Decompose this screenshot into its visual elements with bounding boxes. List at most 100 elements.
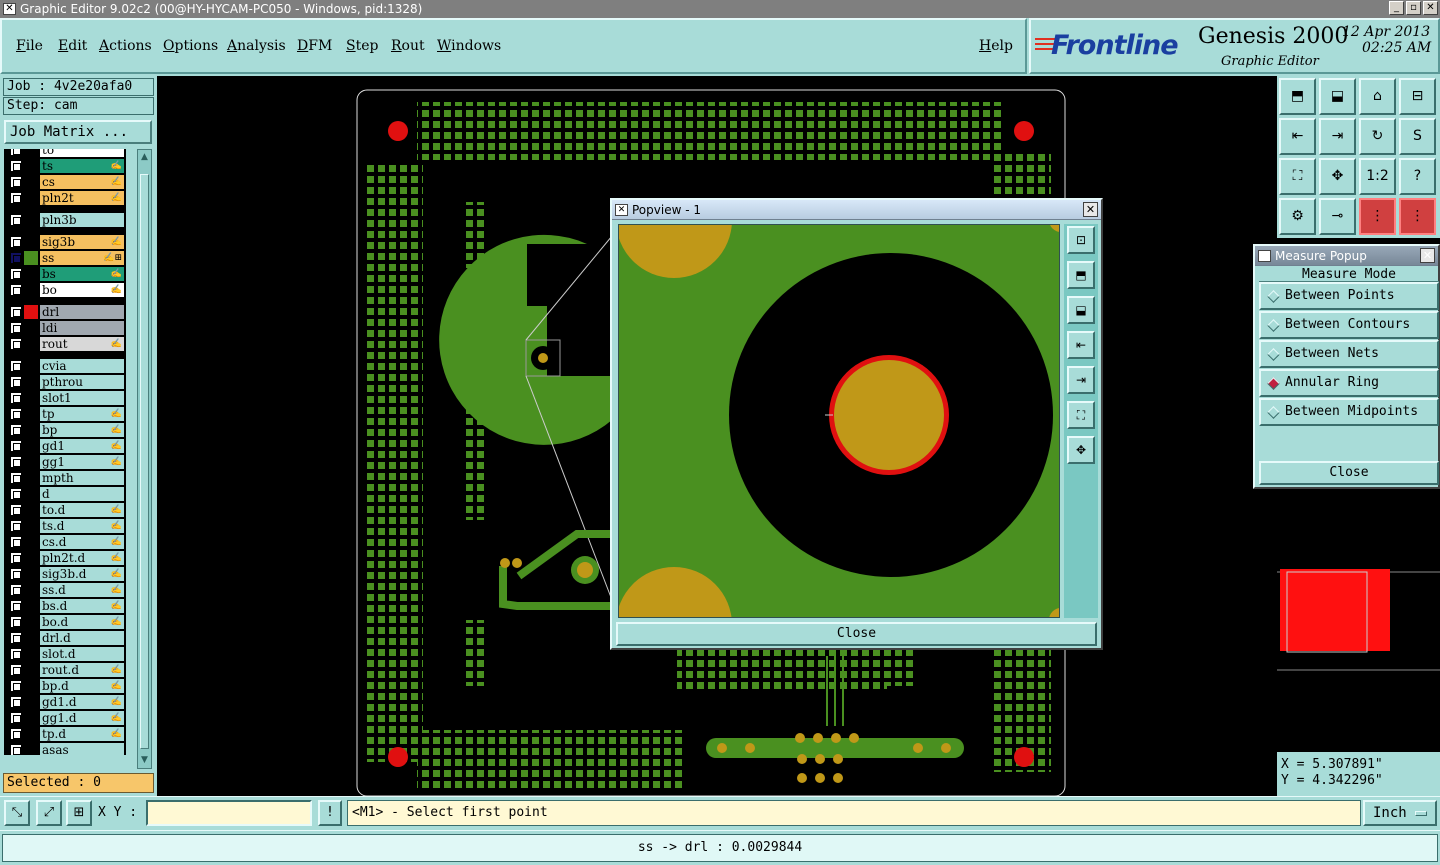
layer-checkbox[interactable]	[10, 680, 22, 692]
measure-alt-icon[interactable]: ⋮	[1399, 198, 1436, 235]
layer-checkbox[interactable]	[10, 440, 22, 452]
layer-row-ts-d[interactable]: ts.d ✍	[4, 519, 126, 533]
layer-row-asas[interactable]: asas	[4, 743, 126, 755]
layer-name[interactable]: cvia	[40, 359, 124, 373]
menu-options[interactable]: Options	[163, 38, 218, 54]
snap-grid-icon[interactable]: ⤡	[4, 800, 30, 826]
settings-icon[interactable]: ⚙	[1279, 198, 1316, 235]
layer-checkbox[interactable]	[10, 648, 22, 660]
layer-name[interactable]: ldi	[40, 321, 124, 335]
layer-row-sig3b[interactable]: sig3b ✍	[4, 235, 126, 249]
layer-name[interactable]: gd1 ✍	[40, 439, 124, 453]
right-icon[interactable]: ⇥	[1067, 366, 1095, 394]
layer-checkbox[interactable]	[10, 520, 22, 532]
layer-checkbox[interactable]	[10, 504, 22, 516]
layer-checkbox[interactable]	[10, 322, 22, 334]
alert-icon[interactable]: !	[318, 800, 342, 826]
layer-name[interactable]: tp.d ✍	[40, 727, 124, 741]
layer-name[interactable]: pln2t.d ✍	[40, 551, 124, 565]
overview-map[interactable]	[1277, 490, 1440, 750]
menu-actions[interactable]: Actions	[99, 38, 152, 54]
layer-row-cs-d[interactable]: cs.d ✍	[4, 535, 126, 549]
radio-diamond-icon[interactable]	[1267, 348, 1280, 361]
layer-row-bo[interactable]: bo ✍	[4, 283, 126, 297]
layer-row-gd1-d[interactable]: gd1.d ✍	[4, 695, 126, 709]
layer-row-slot1[interactable]: slot1	[4, 391, 126, 405]
layer-row-drl-d[interactable]: drl.d	[4, 631, 126, 645]
job-matrix-button[interactable]: Job Matrix ...	[4, 120, 152, 144]
layer-checkbox[interactable]	[10, 338, 22, 350]
layer-checkbox[interactable]	[10, 176, 22, 188]
layer-name[interactable]: slot1	[40, 391, 124, 405]
layer-name[interactable]: slot.d	[40, 647, 124, 661]
measure-option-annular-ring[interactable]: Annular Ring	[1259, 369, 1439, 397]
layer-name[interactable]: sig3b.d ✍	[40, 567, 124, 581]
layer-row-bs[interactable]: bs ✍	[4, 267, 126, 281]
layer-name[interactable]: gg1.d ✍	[40, 711, 124, 725]
left-icon[interactable]: ⇤	[1067, 331, 1095, 359]
top-view-icon[interactable]: ⬒	[1279, 78, 1316, 115]
layer-name[interactable]: ts.d ✍	[40, 519, 124, 533]
pan-right-icon[interactable]: ⇥	[1319, 118, 1356, 155]
layer-checkbox[interactable]	[10, 488, 22, 500]
layer-checkbox[interactable]	[10, 616, 22, 628]
minimize-button[interactable]: _	[1389, 1, 1404, 15]
layer-checkbox[interactable]	[10, 536, 22, 548]
pan-left-icon[interactable]: ⇤	[1279, 118, 1316, 155]
layer-row-sig3b-d[interactable]: sig3b.d ✍	[4, 567, 126, 581]
home-icon[interactable]: ⌂	[1359, 78, 1396, 115]
layer-checkbox[interactable]	[10, 236, 22, 248]
layer-checkbox[interactable]	[10, 456, 22, 468]
xy-input[interactable]	[146, 800, 312, 826]
layer-name[interactable]: bs.d ✍	[40, 599, 124, 613]
scale-icon[interactable]: 1:2	[1359, 158, 1396, 195]
measure-close-icon[interactable]: ✕	[1420, 248, 1435, 263]
layer-name[interactable]: asas	[40, 743, 124, 755]
layer-name[interactable]: cs ✍	[40, 175, 124, 189]
measure-icon[interactable]: ⋮	[1359, 198, 1396, 235]
measure-option-between-nets[interactable]: Between Nets	[1259, 340, 1439, 368]
probe-icon[interactable]: ⊸	[1319, 198, 1356, 235]
radio-diamond-icon[interactable]	[1267, 290, 1280, 303]
mirror-icon[interactable]: ↻	[1359, 118, 1396, 155]
layer-checkbox[interactable]	[10, 424, 22, 436]
layer-row-drl[interactable]: drl	[4, 305, 126, 319]
unit-selector[interactable]: Inch	[1363, 800, 1437, 826]
menu-windows[interactable]: Windows	[437, 38, 501, 54]
scroll-up-icon[interactable]: ▲	[139, 152, 150, 163]
layer-name[interactable]: bp.d ✍	[40, 679, 124, 693]
layer-checkbox[interactable]	[10, 472, 22, 484]
layer-checkbox[interactable]	[10, 192, 22, 204]
layer-name[interactable]: ss.d ✍	[40, 583, 124, 597]
layer-checkbox[interactable]	[10, 696, 22, 708]
layer-checkbox[interactable]	[10, 306, 22, 318]
layer-name[interactable]: d	[40, 487, 124, 501]
layer-row-bp[interactable]: bp ✍	[4, 423, 126, 437]
layer-row-pln2t[interactable]: pln2t ✍	[4, 191, 126, 205]
layer-name[interactable]: bp ✍	[40, 423, 124, 437]
layer-row-slot-d[interactable]: slot.d	[4, 647, 126, 661]
measure-option-between-points[interactable]: Between Points	[1259, 282, 1439, 310]
measure-title-bar[interactable]: ✕ Measure Popup ✕	[1255, 246, 1438, 266]
layer-row-ss[interactable]: ss ✍⊞	[4, 251, 126, 265]
maximize-button[interactable]: ▫	[1406, 1, 1421, 15]
layer-name[interactable]: rout ✍	[40, 337, 124, 351]
layer-row-mpth[interactable]: mpth	[4, 471, 126, 485]
layer-row-cs[interactable]: cs ✍	[4, 175, 126, 189]
layer-row-to[interactable]: to	[4, 149, 126, 157]
layer-row-ldi[interactable]: ldi	[4, 321, 126, 335]
layer-row-tp-d[interactable]: tp.d ✍	[4, 727, 126, 741]
layer-name[interactable]: bo.d ✍	[40, 615, 124, 629]
layer-row-cvia[interactable]: cvia	[4, 359, 126, 373]
layer-row-bs-d[interactable]: bs.d ✍	[4, 599, 126, 613]
layer-name[interactable]: drl.d	[40, 631, 124, 645]
layer-checkbox[interactable]	[10, 728, 22, 740]
layer-scrollbar[interactable]: ▲ ▼	[137, 149, 152, 769]
layer-row-pln2t-d[interactable]: pln2t.d ✍	[4, 551, 126, 565]
layer-checkbox[interactable]	[10, 252, 22, 264]
layer-checkbox[interactable]	[10, 632, 22, 644]
grid-icon[interactable]: ⊞	[66, 800, 92, 826]
menu-edit[interactable]: Edit	[58, 38, 87, 54]
layer-name[interactable]: gg1 ✍	[40, 455, 124, 469]
center-icon[interactable]: ✥	[1067, 436, 1095, 464]
